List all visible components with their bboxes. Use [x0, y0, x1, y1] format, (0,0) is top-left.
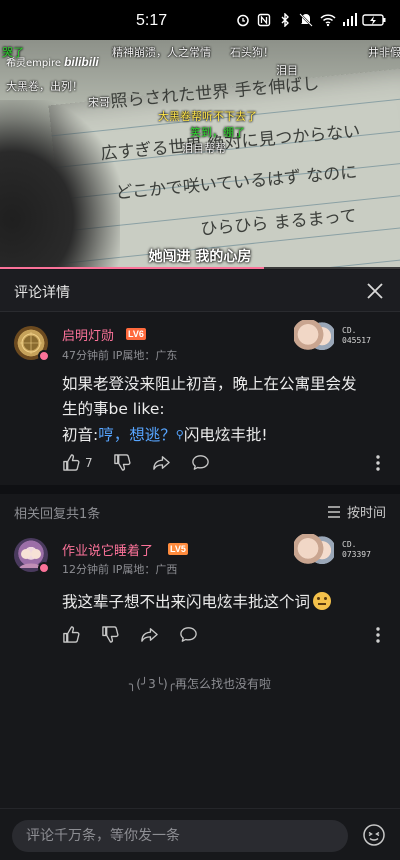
nfc-icon [257, 12, 271, 27]
status-icons [236, 12, 386, 28]
fan-badge: CD. 073397 [294, 534, 380, 570]
like-button[interactable]: 7 [62, 453, 93, 472]
dislike-button[interactable] [101, 625, 120, 644]
comment-time-location: 47分钟前 IP属地：广东 [62, 349, 178, 362]
emoji-icon [363, 824, 385, 846]
avatar-badge [38, 350, 50, 362]
dislike-button[interactable] [113, 453, 132, 472]
danmaku: 笑到，绷了 [190, 126, 245, 139]
danmaku: 井非假 [368, 46, 400, 59]
reply-button[interactable] [179, 625, 198, 644]
fan-badge-figure [294, 320, 334, 356]
bluetooth-icon [278, 12, 292, 28]
more-options-button[interactable] [375, 626, 381, 644]
status-bar: 5:17 [0, 0, 400, 40]
search-link[interactable]: 哼，想逃？ [98, 426, 176, 444]
hair-shadow [0, 100, 120, 268]
avatar-badge [38, 562, 50, 574]
sort-label: 按时间 [346, 506, 386, 521]
video-progress-bar[interactable] [0, 267, 400, 269]
reply-count: 相关回复共1条 [14, 507, 101, 522]
danmaku: 泪目帮帮 [182, 142, 226, 155]
video-subtitle: 她闯进 我的心房 [148, 249, 252, 265]
emoji-button[interactable] [362, 823, 386, 847]
like-count: 7 [85, 455, 93, 470]
level-badge: LV5 [168, 543, 188, 555]
sort-by-time-button[interactable]: 按时间 [327, 502, 386, 521]
thumbs-up-icon [63, 454, 80, 471]
username[interactable]: 启明灯勋 [62, 325, 114, 344]
danmaku: 石头狗！ [230, 46, 274, 59]
comment-actions: 7 [62, 453, 230, 472]
panel-title: 评论详情 [14, 285, 70, 301]
video-player[interactable]: 照らされた世界 手を伸ばし 広すぎる世界 絶対に見つからない どこかで咲いている… [0, 40, 400, 268]
comment-text: 如果老登没来阻止初音，晚上在公寓里会发 生的事be like: 初音:哼，想逃？… [62, 375, 357, 444]
fan-badge: CD. 045517 [294, 320, 380, 356]
no-more-replies-text: ╮(╯3╰)╭再怎么找也没有啦 [129, 677, 271, 691]
wifi-icon [320, 12, 336, 27]
share-icon [141, 628, 158, 642]
video-progress-fill [0, 267, 264, 269]
fan-badge-number: CD. 045517 [342, 326, 371, 345]
danmaku: 哭了 [2, 46, 24, 59]
share-button[interactable] [140, 625, 159, 644]
like-button[interactable] [62, 625, 81, 644]
comment-text: 我这辈子想不出来闪电炫丰批这个词 [62, 590, 388, 615]
share-button[interactable] [152, 453, 171, 472]
more-vertical-icon [376, 627, 380, 643]
comment-bubble-icon [191, 455, 209, 470]
comment-bubble-icon [180, 627, 197, 642]
danmaku: 泪目 [276, 64, 298, 77]
comment-actions [62, 625, 218, 644]
thumbs-down-icon [102, 626, 119, 643]
search-icon: ⚲ [175, 428, 184, 441]
close-icon [367, 283, 383, 299]
close-button[interactable] [364, 280, 386, 302]
comment-time-location: 12分钟前 IP属地：广西 [62, 563, 178, 576]
danmaku: 宋哥 [88, 96, 110, 109]
username[interactable]: 作业说它睡着了 [62, 540, 153, 559]
status-time: 5:17 [136, 12, 168, 29]
bilibili-logo: bilibili [64, 55, 99, 69]
signal-5g-icon [341, 12, 357, 26]
comment-detail-header: 评论详情 [0, 270, 400, 312]
level-badge: LV6 [126, 328, 146, 340]
fan-badge-number: CD. 073397 [342, 540, 371, 559]
reply-button[interactable] [191, 453, 210, 472]
thumbs-up-icon [63, 626, 80, 643]
more-options-button[interactable] [375, 454, 381, 472]
danmaku: 精神崩溃，人之常情 [112, 46, 211, 59]
thinking-emoji-icon [313, 592, 332, 610]
thumbs-down-icon [113, 454, 131, 471]
section-divider [0, 485, 400, 494]
danmaku: 大黑卷帮听不下去了 [158, 110, 257, 123]
replies-header: 相关回复共1条 按时间 [0, 494, 400, 528]
fan-badge-figure [294, 534, 334, 570]
battery-icon [362, 12, 386, 26]
more-vertical-icon [376, 455, 380, 471]
share-icon [152, 456, 170, 470]
alarm-icon [236, 12, 250, 27]
danmaku: 大黑卷，出列！ [6, 80, 83, 93]
sort-icon [327, 505, 340, 518]
comment-input-bar: 评论千万条，等你发一条 [0, 808, 400, 860]
comment-input[interactable]: 评论千万条，等你发一条 [12, 820, 348, 852]
mute-icon [299, 12, 313, 27]
